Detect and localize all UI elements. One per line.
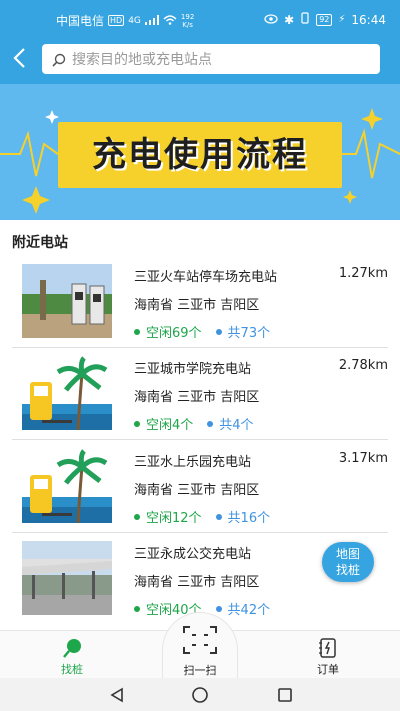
pin-icon	[61, 637, 83, 659]
map-button-line2: 找桩	[335, 563, 360, 577]
divider	[12, 347, 388, 348]
station-distance: 2.78km	[338, 358, 388, 373]
system-nav-bar	[0, 678, 400, 711]
free-dot-icon	[134, 513, 140, 520]
search-bar[interactable]: 搜索目的地或充电站点	[42, 44, 380, 74]
free-count: 空闲4个	[146, 418, 194, 433]
station-item[interactable]: 三亚火车站停车场充电站 1.27km 海南省 三亚市 吉阳区 空闲69个 共73…	[0, 258, 400, 348]
order-icon	[317, 637, 339, 659]
tab-orders[interactable]: 订单	[288, 631, 368, 679]
bluetooth-icon: ✱	[284, 12, 295, 27]
photo-station-icon	[22, 264, 112, 338]
station-item[interactable]: 三亚城市学院充电站 2.78km 海南省 三亚市 吉阳区 空闲4个 共4个	[0, 350, 400, 440]
station-address: 海南省 三亚市 吉阳区	[134, 575, 260, 590]
home-nav-icon	[192, 687, 208, 703]
station-distance: 3.17km	[338, 451, 388, 466]
battery-icon: 92	[316, 13, 333, 26]
station-name: 三亚永成公交充电站	[134, 547, 252, 562]
free-dot-icon	[134, 605, 140, 612]
recents-nav-icon	[278, 688, 292, 702]
station-address: 海南省 三亚市 吉阳区	[134, 483, 260, 498]
station-address: 海南省 三亚市 吉阳区	[134, 390, 260, 405]
net-speed-value: 192	[180, 12, 195, 21]
free-count: 空闲12个	[146, 511, 202, 526]
station-name: 三亚城市学院充电站	[134, 362, 252, 377]
search-icon	[52, 52, 66, 67]
status-right: ✱ 92 ⚡ 16:44	[264, 12, 386, 27]
station-availability: 空闲69个 共73个	[134, 322, 270, 341]
station-distance: 1.27km	[338, 266, 388, 281]
net-speed: 192 K/s	[181, 13, 194, 29]
clock: 16:44	[351, 12, 386, 27]
wifi-icon	[163, 14, 177, 28]
guide-banner[interactable]: 充电使用流程	[0, 84, 400, 220]
total-count: 共73个	[227, 326, 271, 341]
divider	[12, 439, 388, 440]
tab-find-label: 找桩	[61, 663, 83, 676]
net-speed-unit: K/s	[182, 20, 193, 29]
total-dot-icon	[215, 328, 222, 335]
banner-title-box: 充电使用流程	[58, 122, 342, 188]
tab-orders-label: 订单	[317, 663, 339, 676]
station-name: 三亚水上乐园充电站	[134, 455, 252, 470]
station-availability: 空闲4个 共4个	[134, 414, 254, 433]
photo-bus-station-icon	[22, 541, 112, 615]
station-availability: 空闲12个 共16个	[134, 507, 270, 526]
divider	[12, 532, 388, 533]
map-button-line1: 地图	[335, 547, 360, 561]
total-dot-icon	[215, 513, 222, 520]
vibrate-icon	[300, 12, 310, 27]
total-count: 共4个	[219, 418, 254, 433]
status-left: 中国电信 HD 4G 192 K/s	[56, 12, 194, 29]
map-find-button[interactable]: 地图 找桩	[322, 542, 374, 582]
hd-badge: HD	[108, 15, 125, 26]
signal-icon	[144, 14, 159, 28]
carrier-label: 中国电信	[56, 14, 105, 28]
charging-icon: ⚡	[338, 14, 346, 25]
eye-icon	[264, 13, 278, 27]
total-dot-icon	[207, 420, 214, 427]
free-count: 空闲69个	[146, 326, 202, 341]
banner-title: 充电使用流程	[92, 135, 308, 175]
palm-charger-icon	[22, 356, 112, 430]
signal-label: 4G	[128, 15, 141, 26]
back-nav-icon	[110, 687, 123, 703]
tab-find[interactable]: 找桩	[32, 631, 112, 679]
scan-button[interactable]: 扫一扫	[162, 612, 238, 678]
search-input[interactable]: 搜索目的地或充电站点	[72, 49, 212, 69]
free-dot-icon	[134, 420, 140, 427]
status-bar: 中国电信 HD 4G 192 K/s ✱ 92 ⚡ 16:44	[0, 0, 400, 38]
total-dot-icon	[215, 605, 222, 612]
free-dot-icon	[134, 328, 140, 335]
palm-charger-icon	[22, 449, 112, 523]
nearby-title: 附近电站	[12, 235, 68, 251]
total-count: 共16个	[227, 511, 271, 526]
header: 中国电信 HD 4G 192 K/s ✱ 92 ⚡ 16:44 搜索目的地或充电…	[0, 0, 400, 84]
scan-icon	[180, 623, 220, 657]
station-address: 海南省 三亚市 吉阳区	[134, 298, 260, 313]
total-count: 共42个	[227, 603, 271, 618]
station-name: 三亚火车站停车场充电站	[134, 270, 278, 285]
station-item[interactable]: 三亚水上乐园充电站 3.17km 海南省 三亚市 吉阳区 空闲12个 共16个	[0, 443, 400, 533]
back-button[interactable]	[10, 46, 34, 70]
scan-label: 扫一扫	[183, 664, 217, 677]
